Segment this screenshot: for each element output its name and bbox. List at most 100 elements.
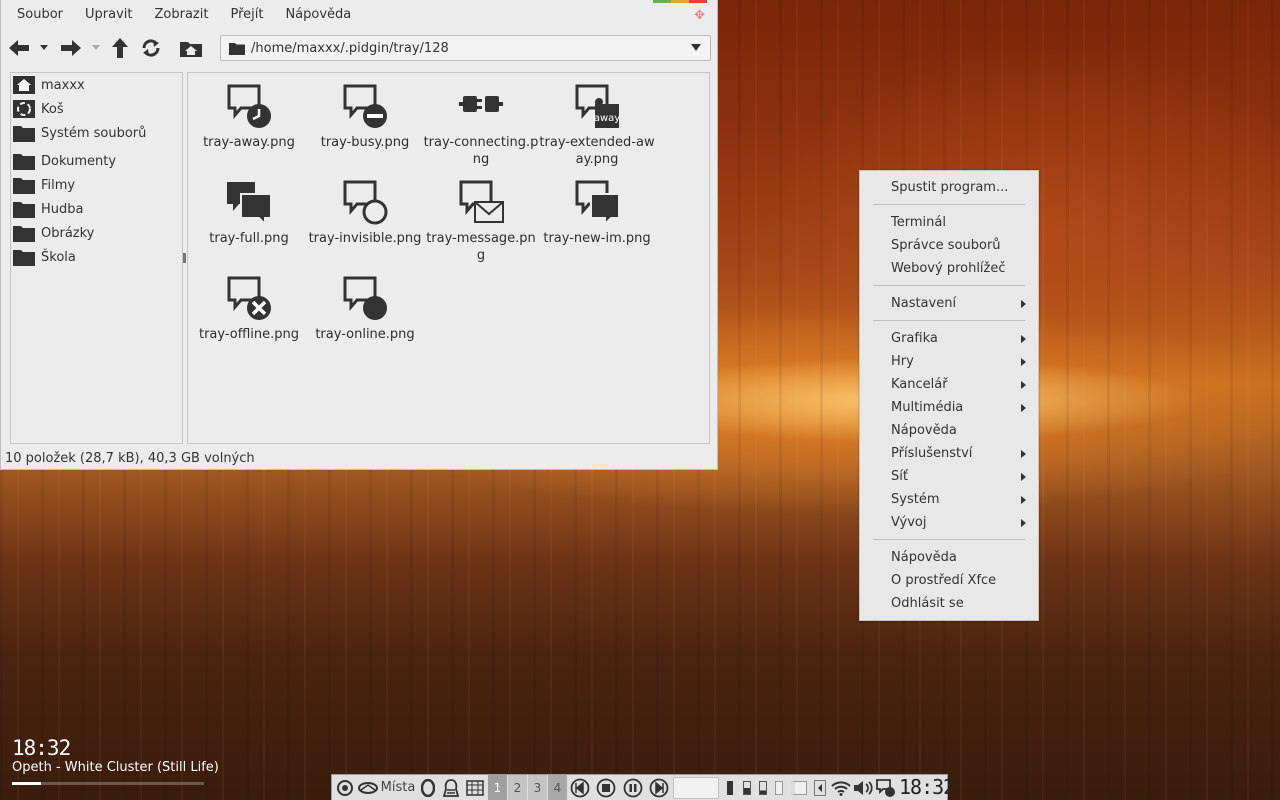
menu-item-system[interactable]: Systém — [891, 490, 939, 510]
previous-track-button[interactable] — [568, 775, 592, 800]
sidebar-item-obrazky[interactable]: Obrázky — [13, 222, 94, 244]
menu-upravit[interactable]: Upravit — [77, 4, 140, 28]
file-item-tray-away[interactable]: tray-away.png — [191, 74, 307, 166]
location-path[interactable]: /home/maxxx/.pidgin/tray/128 — [251, 41, 449, 56]
sidebar-item-label: Filmy — [41, 177, 76, 193]
file-name: tray-extended-away.png — [539, 135, 655, 167]
menu-napoveda[interactable]: Nápověda — [277, 4, 359, 28]
close-button[interactable] — [689, 0, 707, 3]
stop-button[interactable] — [594, 775, 618, 800]
window-menu-icon[interactable]: ✥ — [694, 8, 705, 23]
menu-item-grafika[interactable]: Grafika — [891, 329, 938, 349]
back-button[interactable] — [7, 34, 31, 62]
places-button-icon[interactable] — [357, 775, 379, 800]
terminal-launcher[interactable] — [464, 775, 486, 800]
sidebar-item-hudba[interactable]: Hudba — [13, 198, 84, 220]
sidebar-item-dokumenty[interactable]: Dokumenty — [13, 150, 116, 172]
submenu-arrow-icon — [1021, 358, 1026, 366]
cpu-graph — [724, 775, 736, 800]
file-item-tray-connecting[interactable]: tray-connecting.png — [423, 74, 539, 167]
folder-icon — [13, 224, 35, 242]
file-item-tray-new-im[interactable]: tray-new-im.png — [539, 170, 655, 262]
menu-prejit[interactable]: Přejít — [222, 4, 271, 28]
workspace-1[interactable]: 1 — [488, 775, 507, 800]
workspace-2[interactable]: 2 — [508, 775, 527, 800]
home-button[interactable] — [179, 34, 203, 62]
menu-item-terminal[interactable]: Terminál — [891, 213, 946, 233]
places-button[interactable]: Místa — [380, 775, 416, 800]
up-button[interactable] — [109, 34, 131, 62]
menu-item-settings[interactable]: Nastavení — [891, 294, 956, 314]
menu-item-multimedia[interactable]: Multimédia — [891, 398, 963, 418]
menu-item-sit[interactable]: Síť — [891, 467, 908, 487]
up-arrow-icon — [112, 38, 128, 58]
menu-item-about-xfce[interactable]: O prostředí Xfce — [891, 571, 996, 591]
conky-progress-fill — [12, 782, 41, 785]
pane-resize-handle[interactable] — [183, 253, 186, 263]
menu-item-file-manager[interactable]: Správce souborů — [891, 236, 1001, 256]
sidebar-item-skola[interactable]: Škola — [13, 246, 76, 268]
file-item-tray-busy[interactable]: tray-busy.png — [307, 74, 423, 166]
disk-graph — [772, 775, 786, 800]
reload-icon — [142, 39, 160, 57]
location-bar[interactable]: /home/maxxx/.pidgin/tray/128 — [220, 35, 711, 61]
menu-item-kancelar[interactable]: Kancelář — [891, 375, 948, 395]
file-item-tray-online[interactable]: tray-online.png — [307, 266, 423, 358]
sidebar-item-maxxx[interactable]: maxxx — [13, 74, 85, 96]
menu-item-web-browser[interactable]: Webový prohlížeč — [891, 259, 1006, 279]
sidebar-item-filmy[interactable]: Filmy — [13, 174, 75, 196]
submenu-arrow-icon — [1021, 450, 1026, 458]
submenu-arrow-icon — [1021, 381, 1026, 389]
menu-item-run-program[interactable]: Spustit program... — [891, 178, 1008, 198]
file-manager-window: ✥ Soubor Upravit Zobrazit Přejít Nápověd… — [0, 0, 718, 470]
pidgin-icon — [443, 778, 459, 797]
menu-zobrazit[interactable]: Zobrazit — [146, 4, 216, 28]
workspace-3[interactable]: 3 — [528, 775, 547, 800]
file-name: tray-busy.png — [320, 135, 410, 150]
menu-item-help[interactable]: Nápověda — [891, 548, 957, 568]
applications-menu-button[interactable] — [334, 775, 356, 800]
pause-button[interactable] — [621, 775, 645, 800]
menu-item-prislusenstvi[interactable]: Příslušenství — [891, 444, 972, 464]
file-item-tray-message[interactable]: tray-message.png — [423, 170, 539, 263]
window-controls — [653, 0, 717, 3]
panel-clock[interactable]: 18:32 — [899, 775, 955, 799]
file-item-tray-full[interactable]: tray-full.png — [191, 170, 307, 262]
forward-button[interactable] — [59, 34, 83, 62]
menu-soubor[interactable]: Soubor — [9, 4, 71, 28]
forward-history-dropdown[interactable] — [89, 34, 103, 62]
menu-item-hry[interactable]: Hry — [891, 352, 914, 372]
folder-icon — [13, 200, 35, 218]
menu-item-vyvoj[interactable]: Vývoj — [891, 513, 927, 533]
menu-item-napoveda-category[interactable]: Nápověda — [891, 421, 957, 441]
status-bar: 10 položek (28,7 kB), 40,3 GB volných — [5, 451, 255, 466]
grid-window-icon — [466, 779, 484, 796]
sidebar-item-filesystem[interactable]: Systém souborů — [13, 122, 146, 144]
pidgin-tray-icon[interactable] — [874, 775, 898, 800]
back-arrow-icon — [9, 40, 29, 56]
systray-collapse-button[interactable] — [812, 775, 828, 800]
opera-launcher[interactable] — [418, 775, 438, 800]
sidebar-item-kos[interactable]: Koš — [13, 98, 64, 120]
reload-button[interactable] — [139, 34, 163, 62]
location-dropdown-icon[interactable] — [691, 44, 701, 51]
next-track-button[interactable] — [647, 775, 671, 800]
back-history-dropdown[interactable] — [37, 34, 51, 62]
volume-indicator[interactable] — [852, 775, 874, 800]
minimize-button[interactable] — [671, 0, 689, 3]
menu-item-logout[interactable]: Odhlásit se — [891, 594, 964, 614]
stop-icon — [596, 778, 616, 797]
file-name: tray-new-im.png — [543, 231, 651, 246]
chevron-down-icon — [40, 45, 48, 50]
submenu-arrow-icon — [1021, 335, 1026, 343]
file-item-tray-invisible[interactable]: tray-invisible.png — [307, 170, 423, 262]
file-item-tray-extended-away[interactable]: away tray-extended-away.png — [539, 74, 655, 167]
pidgin-launcher[interactable] — [440, 775, 462, 800]
taskbar-empty-slot[interactable] — [673, 777, 719, 799]
maximize-button[interactable] — [653, 0, 671, 3]
home-icon — [13, 76, 35, 94]
wifi-indicator[interactable] — [830, 775, 852, 800]
workspace-4[interactable]: 4 — [548, 775, 567, 800]
file-name: tray-full.png — [209, 231, 289, 246]
file-item-tray-offline[interactable]: tray-offline.png — [191, 266, 307, 358]
